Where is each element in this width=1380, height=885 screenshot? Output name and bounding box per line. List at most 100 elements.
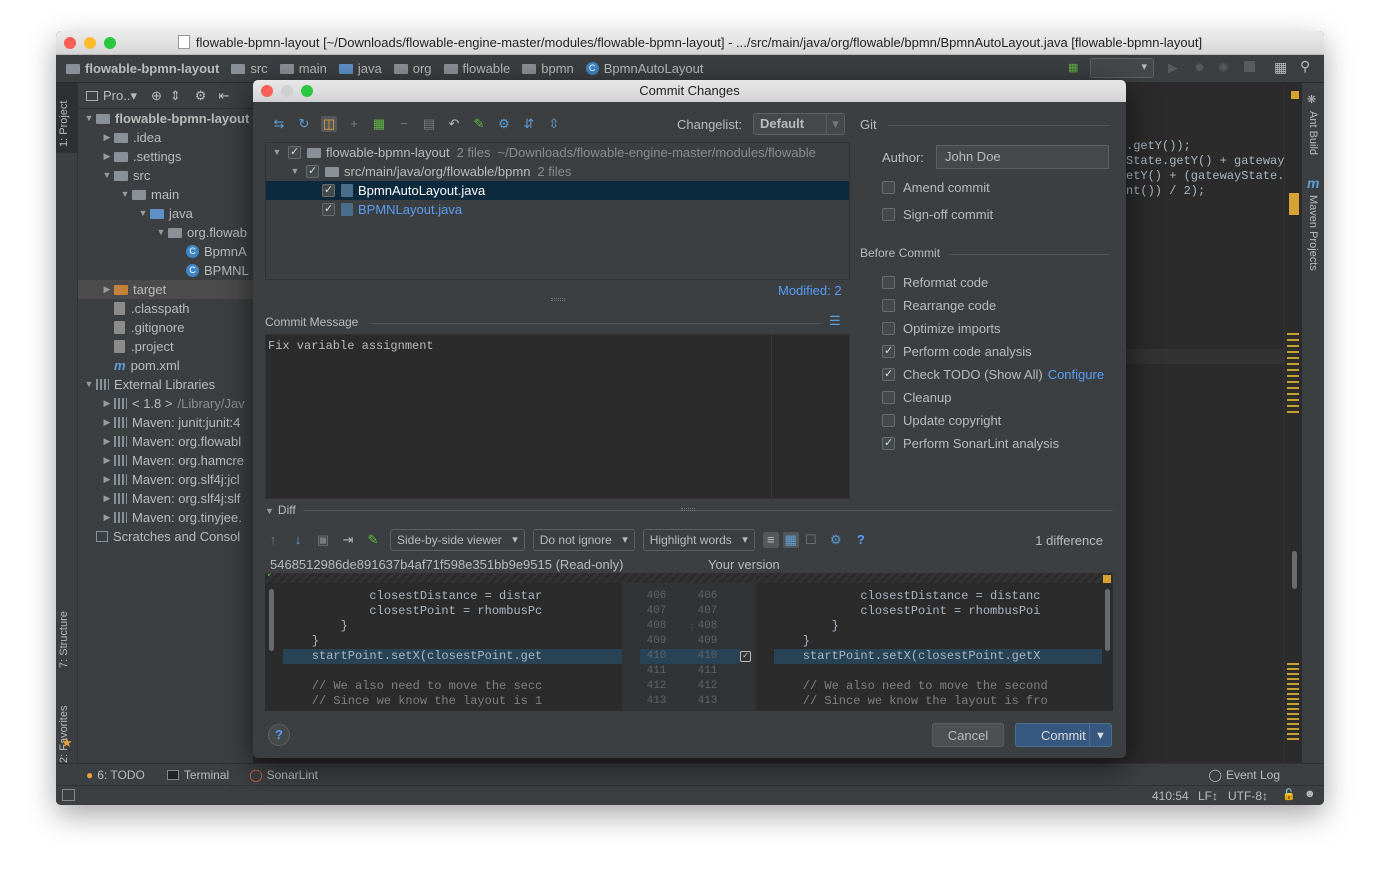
ignore-combo[interactable]: Do not ignore xyxy=(532,529,635,551)
option-checkbox[interactable] xyxy=(882,276,895,289)
splitter-handle[interactable] xyxy=(551,298,565,301)
expand-toggle-icon[interactable]: ▶ xyxy=(100,394,114,413)
breadcrumb-flowable[interactable]: flowable xyxy=(443,61,510,76)
help-icon[interactable]: ? xyxy=(853,532,869,548)
expand-toggle-icon[interactable]: ▶ xyxy=(100,451,114,470)
cancel-button[interactable]: Cancel xyxy=(932,723,1004,747)
tree-item[interactable]: ▶ Maven: org.tinyjee. xyxy=(78,508,253,527)
tree-item[interactable]: ▼ main xyxy=(78,185,253,204)
option-checkbox[interactable] xyxy=(882,437,895,450)
scrollbar-thumb[interactable] xyxy=(1292,551,1297,589)
stop-icon[interactable] xyxy=(1244,61,1255,72)
collapse-unchanged-icon[interactable]: ≡ xyxy=(762,532,779,548)
before-commit-option[interactable]: Cleanup xyxy=(882,390,951,405)
file-checkbox[interactable] xyxy=(322,184,335,197)
jump-to-source-icon[interactable]: ⇥ xyxy=(340,532,356,548)
tree-file-row[interactable]: BPMNLayout.java xyxy=(266,200,849,219)
expand-toggle-icon[interactable]: ▼ xyxy=(118,185,132,204)
highlight-combo[interactable]: Highlight words xyxy=(642,529,755,551)
dialog-close-button[interactable] xyxy=(261,85,273,97)
next-difference-icon[interactable]: ↓ xyxy=(290,532,306,548)
tool-windows-icon[interactable] xyxy=(62,789,75,801)
apply-change-checkbox[interactable]: ✓ xyxy=(740,651,751,662)
event-log-tool-tab[interactable]: Event Log xyxy=(1226,768,1280,782)
breadcrumb-class[interactable]: C BpmnAutoLayout xyxy=(585,61,704,76)
option-checkbox[interactable] xyxy=(882,368,895,381)
left-diff-pane[interactable]: ✓ closestDistance = distar closestPoint … xyxy=(265,573,622,711)
tree-item[interactable]: m pom.xml xyxy=(78,356,253,375)
run-config-combo[interactable]: ▾ xyxy=(1090,58,1154,78)
remove-icon[interactable]: − xyxy=(396,116,412,132)
lock-icon[interactable]: ☐ xyxy=(803,532,819,548)
configure-link[interactable]: Configure xyxy=(1048,367,1104,382)
show-diff-icon[interactable]: ⇆ xyxy=(271,116,287,132)
right-scrollbar[interactable] xyxy=(1105,589,1110,651)
commit-message-textarea[interactable]: Fix variable assignment xyxy=(265,334,850,499)
tree-item[interactable]: .gitignore xyxy=(78,318,253,337)
author-input[interactable]: John Doe xyxy=(936,145,1109,169)
help-button[interactable]: ? xyxy=(268,724,290,746)
before-commit-option[interactable]: Perform SonarLint analysis xyxy=(882,436,1059,451)
rollback-icon[interactable]: ↶ xyxy=(446,116,462,132)
expand-all-icon[interactable]: ⇵ xyxy=(521,116,537,132)
tree-item[interactable]: ▶ < 1.8 > /Library/Jav xyxy=(78,394,253,413)
tree-item[interactable]: ▼ org.flowab xyxy=(78,223,253,242)
tree-item[interactable]: ▶ Maven: org.flowabl xyxy=(78,432,253,451)
search-icon[interactable]: ⚲ xyxy=(1300,58,1310,75)
coverage-icon[interactable]: ✺ xyxy=(1218,60,1229,76)
build-icon[interactable]: ▦ xyxy=(1068,61,1082,75)
signoff-checkbox[interactable] xyxy=(882,208,895,221)
option-checkbox[interactable] xyxy=(882,414,895,427)
tree-item[interactable]: ▶ .idea xyxy=(78,128,253,147)
before-commit-option[interactable]: Optimize imports xyxy=(882,321,1001,336)
file-checkbox[interactable] xyxy=(322,203,335,216)
tree-item[interactable]: ▼ src xyxy=(78,166,253,185)
changelist-combo[interactable]: Default ▾ xyxy=(753,113,845,135)
structure-tool-tab[interactable]: 7: Structure xyxy=(58,611,70,668)
diff-section-toggle[interactable]: ▼ Diff xyxy=(265,503,296,517)
ant-build-tool-tab[interactable]: Ant Build xyxy=(1307,111,1319,155)
gear-icon[interactable]: ⚙ xyxy=(828,532,844,548)
maven-projects-tool-tab[interactable]: Maven Projects xyxy=(1307,195,1319,271)
message-history-icon[interactable]: ☰ xyxy=(829,313,841,329)
tree-item[interactable]: ▼ External Libraries xyxy=(78,375,253,394)
amend-commit-option[interactable]: Amend commit xyxy=(882,180,990,195)
expand-toggle-icon[interactable]: ▼ xyxy=(82,375,96,394)
before-commit-option[interactable]: Check TODO (Show All) Configure xyxy=(882,367,1104,382)
expand-toggle-icon[interactable]: ▶ xyxy=(100,432,114,451)
tree-root-row[interactable]: ▼ flowable-bpmn-layout 2 files ~/Downloa… xyxy=(266,143,849,162)
root-checkbox[interactable] xyxy=(288,146,301,159)
tree-package-row[interactable]: ▼ src/main/java/org/flowable/bpmn 2 file… xyxy=(266,162,849,181)
line-separator[interactable]: LF↕ xyxy=(1198,789,1218,803)
breadcrumb-main[interactable]: main xyxy=(279,61,327,76)
sync-scroll-icon[interactable]: ▦ xyxy=(782,532,799,548)
tree-item[interactable]: ▶ Maven: org.slf4j:jcl xyxy=(78,470,253,489)
commit-options-chevron-icon[interactable]: ▼ xyxy=(1089,724,1111,746)
breadcrumb-bpmn[interactable]: bpmn xyxy=(522,61,574,76)
commit-button[interactable]: Commit ▼ xyxy=(1015,723,1112,747)
breadcrumb-org[interactable]: org xyxy=(393,61,432,76)
signoff-commit-option[interactable]: Sign-off commit xyxy=(882,207,993,222)
tree-item[interactable]: ▼ flowable-bpmn-layout xyxy=(78,109,253,128)
expand-toggle-icon[interactable]: ▼ xyxy=(82,109,96,128)
before-commit-option[interactable]: Perform code analysis xyxy=(882,344,1032,359)
tree-item[interactable]: ▶ Maven: org.hamcre xyxy=(78,451,253,470)
option-checkbox[interactable] xyxy=(882,322,895,335)
viewer-combo[interactable]: Side-by-side viewer xyxy=(390,529,525,551)
tree-item[interactable]: C BpmnA xyxy=(78,242,253,261)
error-stripe[interactable] xyxy=(1284,83,1302,763)
expand-toggle-icon[interactable]: ▶ xyxy=(100,147,114,166)
expand-toggle-icon[interactable]: ▶ xyxy=(100,413,114,432)
tree-item[interactable]: ▶ Maven: org.slf4j:slf xyxy=(78,489,253,508)
inspector-icon[interactable]: ☻ xyxy=(1304,788,1316,800)
expand-toggle-icon[interactable]: ▼ xyxy=(154,223,168,242)
edit-source-icon[interactable]: ✎ xyxy=(471,116,487,132)
terminal-tool-tab[interactable]: Terminal xyxy=(184,768,229,782)
move-changelist-icon[interactable]: ▦ xyxy=(371,116,387,132)
tree-file-row-selected[interactable]: BpmnAutoLayout.java xyxy=(266,181,849,200)
expand-toggle-icon[interactable]: ▼ xyxy=(136,204,150,223)
tree-item[interactable]: ▶ target xyxy=(78,280,253,299)
tree-item[interactable]: .classpath xyxy=(78,299,253,318)
project-view-combo[interactable]: Pro..▾ xyxy=(103,88,137,104)
amend-checkbox[interactable] xyxy=(882,181,895,194)
